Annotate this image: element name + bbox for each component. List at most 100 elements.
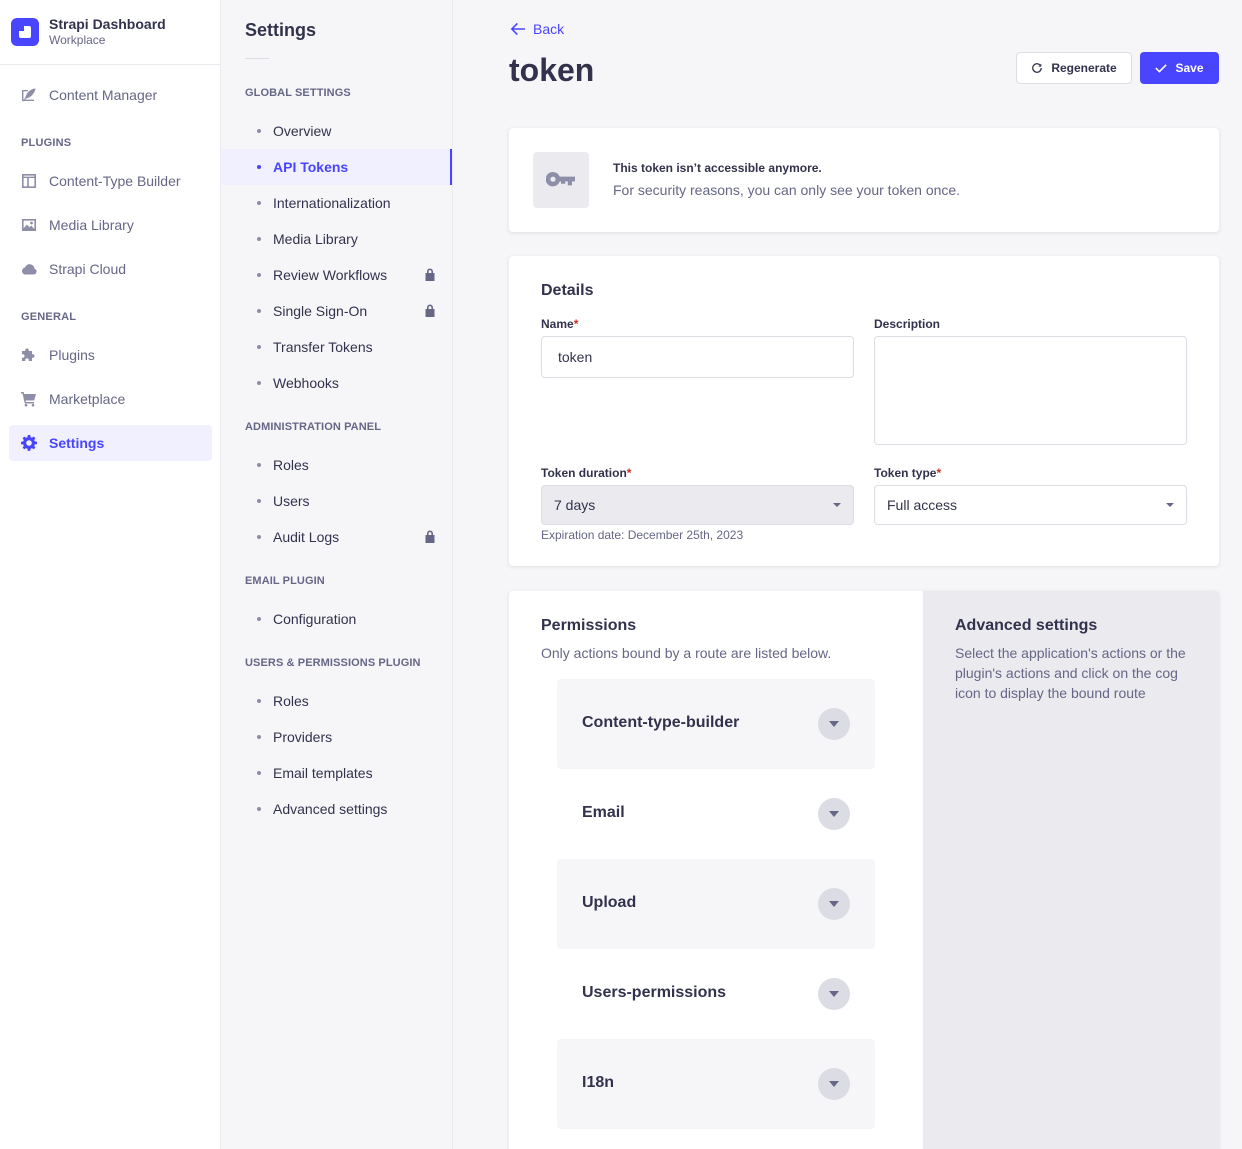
caret-down-icon [833,503,841,507]
subnav-label: Review Workflows [273,267,388,283]
subnav-label: Users [273,493,310,509]
bullet [257,381,261,385]
save-label: Save [1175,61,1204,75]
refresh-icon [1032,63,1043,73]
subnav-label: Webhooks [273,375,339,391]
image-icon [21,217,37,233]
accordion-upload[interactable]: Upload [557,859,875,949]
nav-item-marketplace[interactable]: Marketplace [9,381,212,417]
lock-icon [425,268,435,281]
subnav-item-internationalization[interactable]: Internationalization [221,185,452,221]
bullet [257,699,261,703]
chevron-down-icon[interactable] [818,708,850,740]
check-icon [1155,64,1168,73]
subnav-item-webhooks[interactable]: Webhooks [221,365,452,401]
token-duration-select[interactable]: 7 days [541,485,854,525]
nav-item-media-library[interactable]: Media Library [9,207,212,243]
nav-label: Settings [49,435,105,451]
key-icon [533,152,589,208]
gear-icon [21,435,37,451]
token-type-select[interactable]: Full access [874,485,1187,525]
subnav-divider [245,58,269,59]
section-administration-panel: ADMINISTRATION PANEL [245,421,382,433]
details-title: Details [541,282,594,299]
section-users-permissions-plugin: USERS & PERMISSIONS PLUGIN [245,657,421,669]
bullet [257,165,261,169]
nav-label: Media Library [49,217,134,233]
subnav-item-advanced-settings[interactable]: Advanced settings [221,791,452,827]
subnav-item-roles[interactable]: Roles [221,447,452,483]
token-duration-value: 7 days [554,497,596,513]
accordion-email[interactable]: Email [557,769,875,859]
subnav-label: Media Library [273,231,358,247]
brand-header[interactable]: Strapi Dashboard Workplace [0,0,220,65]
token-inaccessible-card: This token isn’t accessible anymore. For… [509,128,1219,232]
subnav-item-overview[interactable]: Overview [221,113,452,149]
bullet [257,237,261,241]
chevron-down-icon[interactable] [818,888,850,920]
subnav-item-review-workflows[interactable]: Review Workflows [221,257,452,293]
bullet [257,735,261,739]
name-input[interactable]: token [541,336,854,378]
nav-item-content-type-builder[interactable]: Content-Type Builder [9,163,212,199]
advanced-settings-text: Select the application's actions or the … [955,645,1186,701]
permissions-title: Permissions [541,617,637,634]
section-global-settings: GLOBAL SETTINGS [245,87,351,99]
nav-item-content-manager[interactable]: Content Manager [9,77,212,113]
bullet [257,309,261,313]
feather-pen-icon [21,87,37,103]
subnav-label: Advanced settings [273,801,388,817]
details-card: Details Name* token Description Token du… [509,256,1219,566]
caret-down-icon [1166,503,1174,507]
shopping-cart-icon [21,391,37,407]
chevron-down-icon[interactable] [818,1068,850,1100]
chevron-down-icon[interactable] [818,798,850,830]
nav-label: Plugins [49,347,95,363]
page-title: token [509,52,595,88]
nav-item-settings[interactable]: Settings [9,425,212,461]
save-button[interactable]: Save [1140,52,1219,84]
nav-section-general: GENERAL [21,311,77,323]
bullet [257,463,261,467]
section-email-plugin: EMAIL PLUGIN [245,575,325,587]
subnav-label: Configuration [273,611,357,627]
subnav-item-email-configuration[interactable]: Configuration [221,601,452,637]
puzzle-piece-icon [21,347,37,363]
description-label: Description [874,317,941,331]
back-label: Back [533,21,565,37]
nav-label: Strapi Cloud [49,261,127,277]
nav-item-strapi-cloud[interactable]: Strapi Cloud [9,251,212,287]
nav-item-plugins[interactable]: Plugins [9,337,212,373]
alert-text: For security reasons, you can only see y… [613,182,961,198]
subnav-item-media-library[interactable]: Media Library [221,221,452,257]
accordion-label: Email [582,804,625,821]
subnav-item-email-templates[interactable]: Email templates [221,755,452,791]
description-textarea[interactable] [874,336,1187,445]
brand-title: Strapi Dashboard [49,16,166,32]
arrow-left-icon [510,22,525,36]
brand-subtitle: Workplace [49,33,106,47]
subnav-label: Internationalization [273,195,391,211]
subnav-item-audit-logs[interactable]: Audit Logs [221,519,452,555]
subnav-label: Single Sign-On [273,303,368,319]
subnav-item-users[interactable]: Users [221,483,452,519]
bullet [257,273,261,277]
accordion-label: Users-permissions [582,984,727,1001]
subnav-item-providers[interactable]: Providers [221,719,452,755]
subnav-item-single-sign-on[interactable]: Single Sign-On [221,293,452,329]
bullet [257,499,261,503]
subnav-label: Overview [273,123,332,139]
back-link[interactable]: Back [509,20,564,38]
accordion-content-type-builder[interactable]: Content-type-builder [557,679,875,769]
regenerate-button[interactable]: Regenerate [1016,52,1132,84]
accordion-users-permissions[interactable]: Users-permissions [557,949,875,1039]
subnav-item-transfer-tokens[interactable]: Transfer Tokens [221,329,452,365]
token-duration-label: Token duration* [541,466,632,480]
accordion-i18n[interactable]: I18n [557,1039,875,1129]
advanced-settings-title: Advanced settings [955,617,1098,634]
chevron-down-icon[interactable] [818,978,850,1010]
subnav-item-up-roles[interactable]: Roles [221,683,452,719]
nav-label: Content-Type Builder [49,173,181,189]
accordion-label: Upload [582,894,637,911]
subnav-item-api-tokens[interactable]: API Tokens [221,149,452,185]
